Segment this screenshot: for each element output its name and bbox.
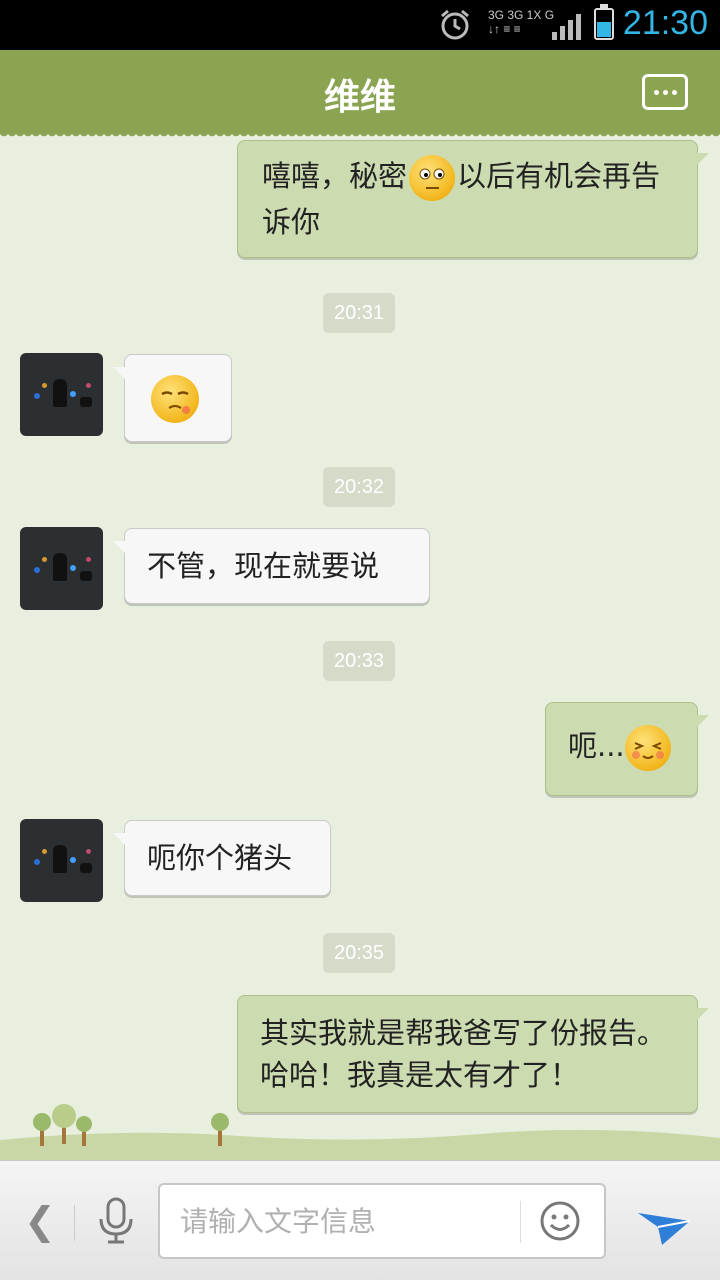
chat-area[interactable]: 嘻嘻，秘密 以后有机会再告诉你 20:31 20:32 不管，现在就要说 20:… bbox=[0, 134, 720, 1160]
avatar-detail bbox=[86, 383, 91, 388]
smiley-icon[interactable] bbox=[538, 1199, 582, 1243]
avatar-detail bbox=[70, 565, 76, 571]
message-bubble-outgoing[interactable]: 嘻嘻，秘密 以后有机会再告诉你 bbox=[237, 140, 709, 258]
status-clock: 21:30 bbox=[622, 4, 708, 42]
message-bubble-outgoing[interactable]: 呃... bbox=[545, 702, 709, 796]
message-text: 呃... bbox=[568, 729, 625, 763]
more-options-button[interactable] bbox=[642, 74, 688, 110]
contact-avatar[interactable] bbox=[20, 819, 103, 902]
avatar-detail bbox=[42, 849, 47, 854]
avatar-detail bbox=[42, 383, 47, 388]
sly-emoji-icon bbox=[151, 375, 199, 423]
message-text: 其实我就是帮我爸写了份报告。哈哈！我真是太有才了！ bbox=[260, 1016, 667, 1092]
avatar-detail bbox=[80, 397, 92, 407]
chat-header: 维维 bbox=[0, 50, 720, 140]
avatar-figure bbox=[53, 845, 67, 873]
avatar-detail bbox=[42, 557, 47, 562]
contact-avatar[interactable] bbox=[20, 353, 103, 436]
shy-emoji-icon bbox=[624, 725, 671, 771]
avatar-figure bbox=[53, 379, 67, 407]
message-bubble-incoming[interactable]: 呃你个猪头 bbox=[113, 820, 331, 896]
send-icon[interactable] bbox=[636, 1195, 692, 1247]
avatar-detail bbox=[34, 567, 40, 573]
divider bbox=[74, 1205, 75, 1241]
alarm-icon bbox=[441, 9, 469, 40]
avatar-detail bbox=[80, 863, 92, 873]
message-text: 嘻嘻，秘密 bbox=[262, 159, 408, 193]
avatar-detail bbox=[70, 391, 76, 397]
avatar-detail bbox=[34, 859, 40, 865]
status-bar: 3G 3G 1X G ↓↑ ≡ ≡ 21:30 bbox=[0, 0, 720, 50]
message-input[interactable] bbox=[180, 1199, 510, 1243]
chevron-left-icon[interactable]: ❮ bbox=[24, 1199, 56, 1243]
avatar-detail bbox=[80, 571, 92, 581]
input-bar: ❮ bbox=[0, 1160, 720, 1280]
message-bubble-outgoing[interactable]: 其实我就是帮我爸写了份报告。哈哈！我真是太有才了！ bbox=[237, 995, 709, 1113]
avatar-detail bbox=[34, 393, 40, 399]
message-input-box[interactable] bbox=[158, 1183, 606, 1259]
avatar-detail bbox=[86, 557, 91, 562]
message-text: 不管，现在就要说 bbox=[147, 549, 380, 583]
more-options-icon-dot bbox=[672, 90, 677, 95]
avatar-detail bbox=[86, 849, 91, 854]
awkward-emoji-icon bbox=[409, 155, 456, 201]
battery-icon bbox=[594, 4, 614, 40]
more-options-icon-dot bbox=[663, 90, 668, 95]
message-timestamp: 20:33 bbox=[323, 641, 396, 681]
chat-title: 维维 bbox=[323, 77, 396, 118]
avatar-detail bbox=[70, 857, 76, 863]
more-options-icon bbox=[654, 90, 659, 95]
contact-avatar[interactable] bbox=[20, 527, 103, 610]
microphone-icon[interactable] bbox=[96, 1197, 136, 1245]
message-bubble-incoming[interactable] bbox=[113, 354, 232, 442]
message-timestamp: 20:32 bbox=[323, 467, 396, 507]
message-text: 呃你个猪头 bbox=[147, 841, 293, 875]
divider bbox=[520, 1201, 521, 1243]
decorative-hills bbox=[0, 1104, 720, 1160]
message-bubble-incoming[interactable]: 不管，现在就要说 bbox=[113, 528, 430, 604]
network-indicator: 3G 3G 1X G ↓↑ ≡ ≡ bbox=[488, 8, 555, 36]
signal-strength-icon bbox=[552, 14, 581, 40]
message-timestamp: 20:31 bbox=[323, 293, 396, 333]
avatar-figure bbox=[53, 553, 67, 581]
message-timestamp: 20:35 bbox=[323, 933, 396, 973]
